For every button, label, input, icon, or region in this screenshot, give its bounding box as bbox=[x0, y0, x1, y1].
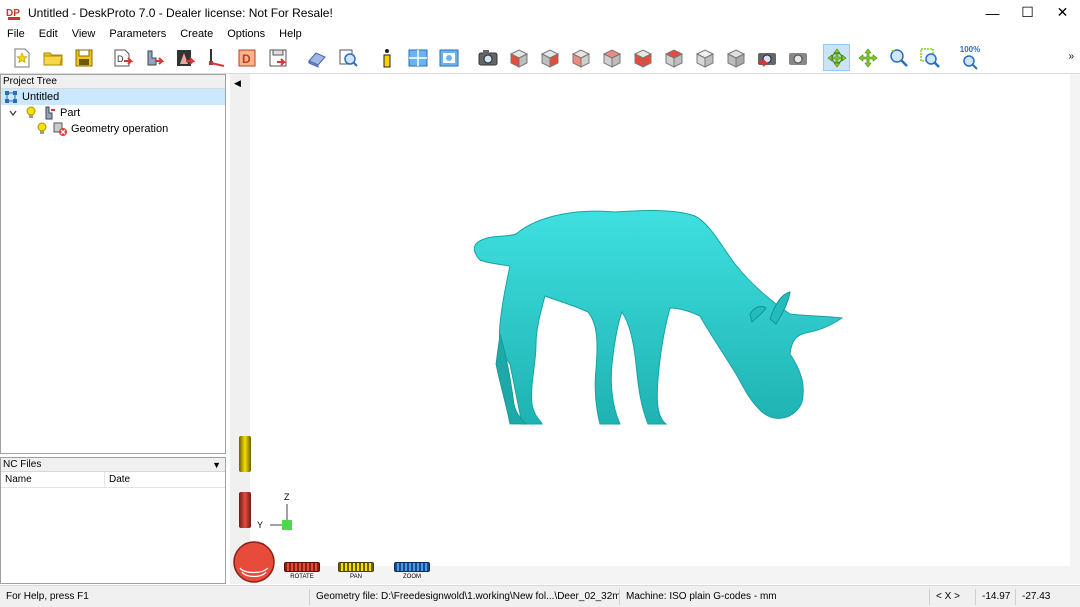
maximize-button[interactable]: ☐ bbox=[1010, 0, 1045, 25]
axis-y-label: Y bbox=[257, 520, 264, 530]
menu-view[interactable]: View bbox=[65, 28, 103, 40]
nc-files-panel: NC Files ▼ Name Date bbox=[0, 457, 226, 584]
rotate-vertical-knob[interactable] bbox=[239, 492, 251, 528]
tree-item-geometry-operation[interactable]: Geometry operation bbox=[1, 121, 225, 137]
rotate-dial-icon[interactable] bbox=[232, 540, 276, 584]
chevron-down-icon[interactable] bbox=[6, 106, 20, 120]
menu-file[interactable]: File bbox=[0, 28, 32, 40]
snapshot-red-icon[interactable] bbox=[753, 44, 780, 71]
window-layout-icon[interactable] bbox=[404, 44, 431, 71]
export-icon[interactable] bbox=[264, 44, 291, 71]
status-machine: Machine: ISO plain G-codes - mm bbox=[620, 588, 930, 605]
menu-bar: File Edit View Parameters Create Options… bbox=[0, 25, 1080, 42]
collapse-arrow-icon[interactable]: ◀ bbox=[234, 78, 241, 89]
zoom-find-icon[interactable] bbox=[334, 44, 361, 71]
menu-help[interactable]: Help bbox=[272, 28, 309, 40]
project-icon bbox=[4, 90, 18, 104]
status-x-value: -14.97 bbox=[976, 588, 1016, 605]
deer-model[interactable] bbox=[470, 204, 860, 434]
toolbar-overflow-button[interactable]: » bbox=[1068, 51, 1074, 62]
nc-files-title: NC Files bbox=[3, 459, 42, 470]
nc-files-columns: Name Date bbox=[1, 472, 225, 488]
svg-text:D: D bbox=[242, 52, 251, 66]
tree-item-label: Untitled bbox=[22, 91, 60, 103]
dropdown-arrow-icon[interactable]: ▼ bbox=[212, 458, 221, 472]
rotate-horizontal-knob[interactable]: ROTATE bbox=[284, 562, 320, 580]
viewport-bottom-edge bbox=[250, 566, 1080, 584]
column-header-name[interactable]: Name bbox=[1, 472, 105, 487]
rotate-mode-icon[interactable] bbox=[823, 44, 850, 71]
snapshot-icon[interactable] bbox=[784, 44, 811, 71]
status-geometry-file: Geometry file: D:\Freedesignwold\1.worki… bbox=[310, 588, 620, 605]
project-tree: Project Tree Untitled Part Geometry oper… bbox=[0, 74, 226, 454]
lightbulb-icon[interactable] bbox=[24, 106, 38, 120]
pan-mode-icon[interactable] bbox=[854, 44, 881, 71]
part-parameters-icon[interactable] bbox=[140, 44, 167, 71]
view-front-icon[interactable] bbox=[505, 44, 532, 71]
zoom-window-icon[interactable] bbox=[916, 44, 943, 71]
view-left-icon[interactable] bbox=[567, 44, 594, 71]
view-top-icon[interactable] bbox=[629, 44, 656, 71]
eraser-icon[interactable] bbox=[303, 44, 330, 71]
tree-item-part[interactable]: Part bbox=[1, 105, 225, 121]
close-button[interactable]: ✕ bbox=[1045, 0, 1080, 25]
view-iso-icon[interactable] bbox=[691, 44, 718, 71]
screen-preview-icon[interactable] bbox=[435, 44, 462, 71]
project-tree-header: Project Tree bbox=[1, 75, 225, 89]
window-title: Untitled - DeskProto 7.0 - Dealer licens… bbox=[28, 5, 333, 20]
import-geometry-icon[interactable]: D bbox=[109, 44, 136, 71]
menu-options[interactable]: Options bbox=[220, 28, 272, 40]
rotate-knob-bar[interactable] bbox=[284, 562, 320, 572]
toolpath-icon[interactable] bbox=[202, 44, 229, 71]
status-y-value: -27.43 bbox=[1022, 590, 1051, 602]
operation-error-icon bbox=[53, 122, 67, 136]
tree-item-label: Geometry operation bbox=[71, 123, 169, 135]
viewport-right-edge bbox=[1070, 74, 1080, 584]
zoom-100-label: 100% bbox=[959, 45, 981, 54]
svg-text:D: D bbox=[117, 54, 124, 64]
menu-create[interactable]: Create bbox=[173, 28, 220, 40]
pan-knob-bar[interactable] bbox=[338, 562, 374, 572]
pan-knob-label: PAN bbox=[350, 574, 362, 580]
menu-edit[interactable]: Edit bbox=[32, 28, 65, 40]
nc-files-header[interactable]: NC Files ▼ bbox=[1, 458, 225, 472]
camera-icon[interactable] bbox=[474, 44, 501, 71]
3d-viewport[interactable]: ◀ Z Y ROTATE PAN ZOOM bbox=[230, 74, 1080, 584]
column-header-date[interactable]: Date bbox=[105, 472, 225, 487]
pan-horizontal-knob[interactable]: PAN bbox=[338, 562, 374, 580]
new-icon[interactable] bbox=[8, 44, 35, 71]
main-toolbar: D D 100% » bbox=[0, 42, 1080, 74]
save-icon[interactable] bbox=[70, 44, 97, 71]
tree-item-untitled[interactable]: Untitled bbox=[1, 89, 225, 105]
zoom-horizontal-knob[interactable]: ZOOM bbox=[394, 562, 430, 580]
view-back-icon[interactable] bbox=[536, 44, 563, 71]
zoom-knob-label: ZOOM bbox=[403, 574, 421, 580]
lightbulb-icon[interactable] bbox=[35, 122, 49, 136]
title-bar: DP Untitled - DeskProto 7.0 - Dealer lic… bbox=[0, 0, 1080, 25]
open-folder-icon[interactable] bbox=[39, 44, 66, 71]
status-bar: For Help, press F1 Geometry file: D:\Fre… bbox=[0, 585, 1080, 607]
zoom-mode-icon[interactable] bbox=[885, 44, 912, 71]
pan-vertical-knob[interactable] bbox=[239, 436, 251, 472]
app-logo-icon: DP bbox=[6, 5, 22, 21]
view-iso2-icon[interactable] bbox=[722, 44, 749, 71]
part-icon bbox=[42, 106, 56, 120]
status-x-label: < X > bbox=[930, 588, 976, 605]
axis-indicator: Z Y bbox=[256, 492, 306, 532]
view-bottom-icon[interactable] bbox=[660, 44, 687, 71]
dxf-icon[interactable]: D bbox=[233, 44, 260, 71]
left-panel: Project Tree Untitled Part Geometry oper… bbox=[0, 74, 226, 584]
minimize-button[interactable]: — bbox=[975, 0, 1010, 25]
info-icon[interactable] bbox=[373, 44, 400, 71]
zoom-100-icon[interactable]: 100% bbox=[955, 44, 985, 71]
status-help: For Help, press F1 bbox=[0, 588, 310, 605]
view-right-icon[interactable] bbox=[598, 44, 625, 71]
menu-parameters[interactable]: Parameters bbox=[102, 28, 173, 40]
rotate-knob-label: ROTATE bbox=[290, 574, 314, 580]
operation-icon[interactable] bbox=[171, 44, 198, 71]
zoom-knob-bar[interactable] bbox=[394, 562, 430, 572]
tree-item-label: Part bbox=[60, 107, 81, 119]
